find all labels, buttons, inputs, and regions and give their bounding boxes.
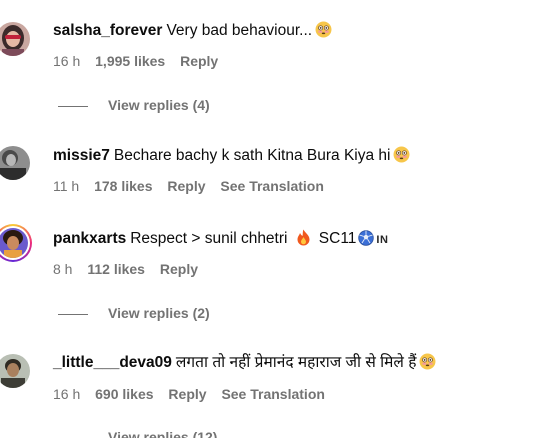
comment-likes[interactable]: 1,995 likes	[95, 53, 165, 69]
comment-likes[interactable]: 178 likes	[94, 178, 152, 194]
comment-likes[interactable]: 112 likes	[87, 261, 145, 277]
comment-username[interactable]: pankxarts	[53, 230, 126, 247]
reply-button[interactable]: Reply	[180, 53, 218, 69]
view-replies-label: View replies (2)	[108, 305, 210, 321]
comment-text: लगता तो नहीं प्रेमानंद महाराज जी से मिले…	[175, 354, 417, 371]
comment-time: 16 h	[53, 386, 81, 402]
see-translation-button[interactable]: See Translation	[220, 178, 323, 194]
flushed-face-icon	[419, 353, 436, 376]
view-replies-label: View replies (12)	[108, 429, 218, 438]
comment-time: 11 h	[53, 178, 80, 194]
comment-line: pankxarts Respect > sunil chhetri SC11 IN	[53, 229, 388, 252]
soccer-ball-icon	[358, 230, 375, 252]
comment-line: missie7 Bechare bachy k sath Kitna Bura K…	[53, 146, 410, 169]
avatar-story-ring[interactable]	[0, 224, 32, 262]
comment-text: Bechare bachy k sath Kitna Bura Kiya hi	[113, 147, 391, 164]
divider-line	[58, 313, 88, 315]
comment-meta: 16 h 1,995 likes Reply	[53, 52, 229, 70]
divider-line	[58, 105, 88, 107]
comment-text: Respect > sunil chhetri	[130, 230, 288, 247]
comment-line: _little___deva09 लगता तो नहीं प्रेमानंद म…	[53, 353, 436, 376]
view-replies-label: View replies (4)	[108, 97, 210, 113]
view-replies-button[interactable]: View replies (4)	[58, 96, 210, 114]
comment-username[interactable]: missie7	[53, 147, 110, 164]
comment-meta: 16 h 690 likes Reply See Translation	[53, 385, 336, 403]
avatar[interactable]	[0, 146, 30, 180]
comment-time: 16 h	[53, 53, 81, 69]
fire-icon	[296, 229, 311, 252]
see-translation-button[interactable]: See Translation	[221, 386, 324, 402]
reply-button[interactable]: Reply	[168, 386, 206, 402]
view-replies-button[interactable]: View replies (2)	[58, 304, 210, 322]
country-flag-label: IN	[376, 234, 389, 246]
reply-button[interactable]: Reply	[160, 261, 198, 277]
comment-username[interactable]: salsha_forever	[53, 22, 162, 39]
comment-line: salsha_forever Very bad behaviour...	[53, 21, 332, 44]
flushed-face-icon	[315, 21, 332, 44]
avatar[interactable]	[0, 22, 30, 56]
comment-text: Very bad behaviour...	[166, 22, 313, 39]
comment-text-tag: SC11	[318, 230, 357, 247]
comment-meta: 11 h 178 likes Reply See Translation	[53, 177, 335, 195]
comment-likes[interactable]: 690 likes	[95, 386, 153, 402]
comment-time: 8 h	[53, 261, 73, 277]
avatar[interactable]	[0, 354, 30, 388]
view-replies-button[interactable]: View replies (12)	[58, 428, 217, 438]
comment-meta: 8 h 112 likes Reply	[53, 260, 209, 278]
comment-username[interactable]: _little___deva09	[53, 354, 172, 371]
flushed-face-icon	[393, 146, 410, 169]
comments-list: salsha_forever Very bad behaviour... 16 h…	[0, 0, 537, 438]
reply-button[interactable]: Reply	[167, 178, 205, 194]
